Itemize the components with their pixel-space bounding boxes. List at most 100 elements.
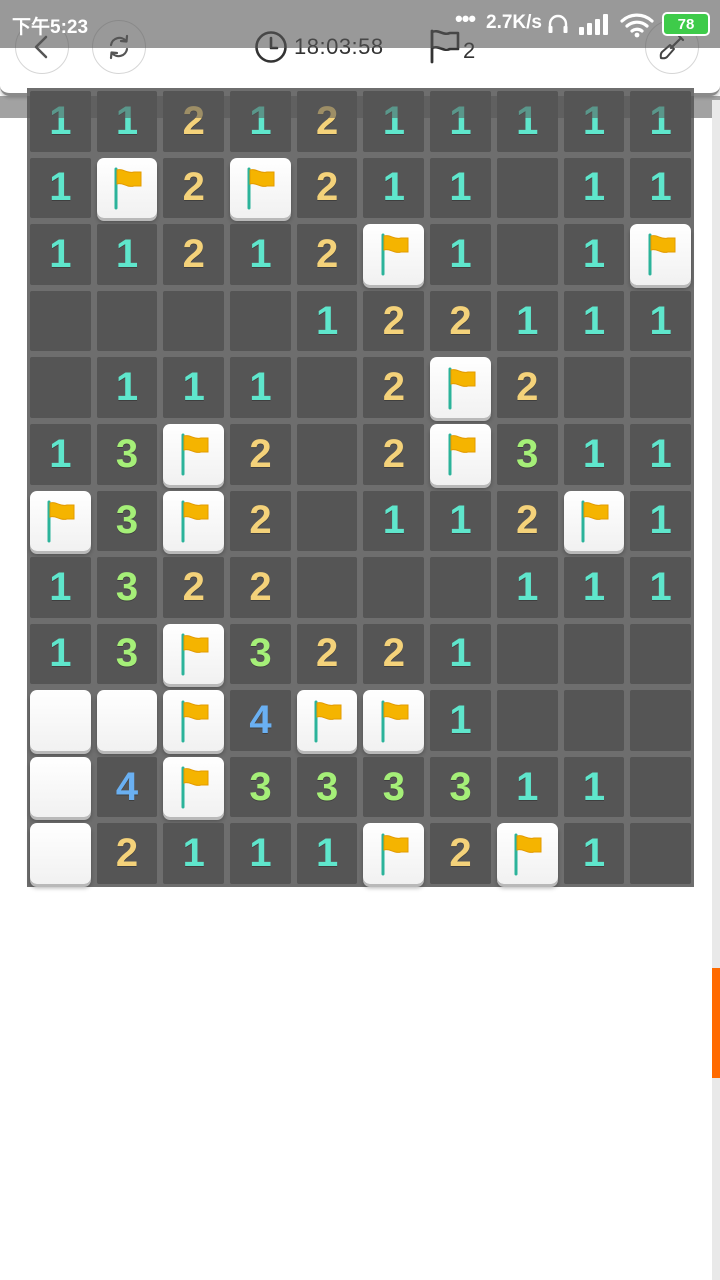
cell-empty[interactable] bbox=[427, 554, 494, 621]
cell-number[interactable]: 1 bbox=[160, 820, 227, 887]
cell-empty[interactable] bbox=[227, 288, 294, 355]
cell-number[interactable]: 2 bbox=[160, 554, 227, 621]
cell-flagged[interactable] bbox=[160, 754, 227, 821]
cell-flagged[interactable] bbox=[160, 687, 227, 754]
cell-number[interactable]: 1 bbox=[27, 221, 94, 288]
cell-number[interactable]: 1 bbox=[561, 754, 628, 821]
cell-number[interactable]: 1 bbox=[227, 820, 294, 887]
cell-number[interactable]: 3 bbox=[94, 421, 161, 488]
cell-empty[interactable] bbox=[27, 354, 94, 421]
cell-flagged[interactable] bbox=[27, 488, 94, 555]
cell-empty[interactable] bbox=[561, 621, 628, 688]
cell-number[interactable]: 1 bbox=[227, 354, 294, 421]
cell-number[interactable]: 1 bbox=[627, 554, 694, 621]
cell-number[interactable]: 2 bbox=[294, 221, 361, 288]
cell-empty[interactable] bbox=[627, 354, 694, 421]
cell-unopened[interactable] bbox=[94, 687, 161, 754]
cell-number[interactable]: 2 bbox=[360, 621, 427, 688]
cell-number[interactable]: 2 bbox=[227, 554, 294, 621]
cell-number[interactable]: 1 bbox=[561, 221, 628, 288]
cell-number[interactable]: 3 bbox=[427, 754, 494, 821]
cell-empty[interactable] bbox=[494, 155, 561, 222]
cell-unopened[interactable] bbox=[27, 754, 94, 821]
cell-empty[interactable] bbox=[360, 554, 427, 621]
scrollbar-track[interactable] bbox=[712, 100, 720, 1280]
cell-flagged[interactable] bbox=[427, 421, 494, 488]
cell-flagged[interactable] bbox=[360, 820, 427, 887]
cell-number[interactable]: 2 bbox=[360, 288, 427, 355]
cell-number[interactable]: 4 bbox=[94, 754, 161, 821]
cell-empty[interactable] bbox=[294, 354, 361, 421]
cell-empty[interactable] bbox=[494, 621, 561, 688]
cell-number[interactable]: 1 bbox=[427, 221, 494, 288]
cell-empty[interactable] bbox=[561, 354, 628, 421]
cell-number[interactable]: 3 bbox=[294, 754, 361, 821]
cell-empty[interactable] bbox=[160, 288, 227, 355]
cell-number[interactable]: 3 bbox=[227, 621, 294, 688]
cell-number[interactable]: 2 bbox=[360, 421, 427, 488]
cell-number[interactable]: 1 bbox=[94, 221, 161, 288]
cell-number[interactable]: 1 bbox=[427, 687, 494, 754]
cell-number[interactable]: 2 bbox=[494, 354, 561, 421]
cell-number[interactable]: 3 bbox=[227, 754, 294, 821]
cell-number[interactable]: 2 bbox=[160, 155, 227, 222]
cell-number[interactable]: 3 bbox=[94, 554, 161, 621]
cell-number[interactable]: 2 bbox=[294, 621, 361, 688]
cell-number[interactable]: 2 bbox=[360, 354, 427, 421]
cell-number[interactable]: 1 bbox=[427, 155, 494, 222]
cell-flagged[interactable] bbox=[227, 155, 294, 222]
cell-number[interactable]: 1 bbox=[294, 820, 361, 887]
cell-empty[interactable] bbox=[294, 421, 361, 488]
cell-number[interactable]: 1 bbox=[561, 155, 628, 222]
cell-number[interactable]: 1 bbox=[27, 621, 94, 688]
cell-number[interactable]: 1 bbox=[561, 288, 628, 355]
cell-number[interactable]: 1 bbox=[494, 754, 561, 821]
cell-flagged[interactable] bbox=[94, 155, 161, 222]
cell-number[interactable]: 1 bbox=[494, 554, 561, 621]
cell-empty[interactable] bbox=[627, 621, 694, 688]
cell-flagged[interactable] bbox=[160, 488, 227, 555]
cell-number[interactable]: 1 bbox=[27, 554, 94, 621]
cell-number[interactable]: 2 bbox=[160, 221, 227, 288]
cell-number[interactable]: 1 bbox=[227, 221, 294, 288]
cell-number[interactable]: 3 bbox=[94, 621, 161, 688]
scrollbar-thumb[interactable] bbox=[712, 968, 720, 1078]
cell-empty[interactable] bbox=[627, 687, 694, 754]
cell-number[interactable]: 4 bbox=[227, 687, 294, 754]
cell-empty[interactable] bbox=[294, 488, 361, 555]
minefield-board[interactable]: 1121211111122111111212111221111112213223… bbox=[27, 88, 694, 887]
cell-number[interactable]: 1 bbox=[294, 288, 361, 355]
cell-flagged[interactable] bbox=[294, 687, 361, 754]
cell-flagged[interactable] bbox=[360, 221, 427, 288]
cell-empty[interactable] bbox=[627, 820, 694, 887]
cell-empty[interactable] bbox=[27, 288, 94, 355]
cell-number[interactable]: 1 bbox=[627, 155, 694, 222]
cell-number[interactable]: 1 bbox=[27, 421, 94, 488]
cell-flagged[interactable] bbox=[494, 820, 561, 887]
cell-unopened[interactable] bbox=[27, 687, 94, 754]
cell-flagged[interactable] bbox=[561, 488, 628, 555]
cell-number[interactable]: 1 bbox=[94, 354, 161, 421]
cell-empty[interactable] bbox=[294, 554, 361, 621]
cell-flagged[interactable] bbox=[160, 421, 227, 488]
cell-number[interactable]: 3 bbox=[94, 488, 161, 555]
cell-empty[interactable] bbox=[94, 288, 161, 355]
cell-number[interactable]: 2 bbox=[227, 421, 294, 488]
cell-number[interactable]: 1 bbox=[427, 621, 494, 688]
cell-number[interactable]: 1 bbox=[427, 488, 494, 555]
cell-empty[interactable] bbox=[627, 754, 694, 821]
cell-number[interactable]: 1 bbox=[360, 155, 427, 222]
cell-flagged[interactable] bbox=[627, 221, 694, 288]
cell-number[interactable]: 2 bbox=[94, 820, 161, 887]
cell-number[interactable]: 2 bbox=[294, 155, 361, 222]
cell-number[interactable]: 1 bbox=[561, 421, 628, 488]
cell-number[interactable]: 2 bbox=[427, 288, 494, 355]
cell-number[interactable]: 2 bbox=[427, 820, 494, 887]
cell-empty[interactable] bbox=[561, 687, 628, 754]
cell-number[interactable]: 1 bbox=[627, 488, 694, 555]
cell-number[interactable]: 1 bbox=[627, 421, 694, 488]
cell-number[interactable]: 1 bbox=[561, 554, 628, 621]
cell-empty[interactable] bbox=[494, 687, 561, 754]
cell-number[interactable]: 1 bbox=[160, 354, 227, 421]
cell-number[interactable]: 1 bbox=[561, 820, 628, 887]
